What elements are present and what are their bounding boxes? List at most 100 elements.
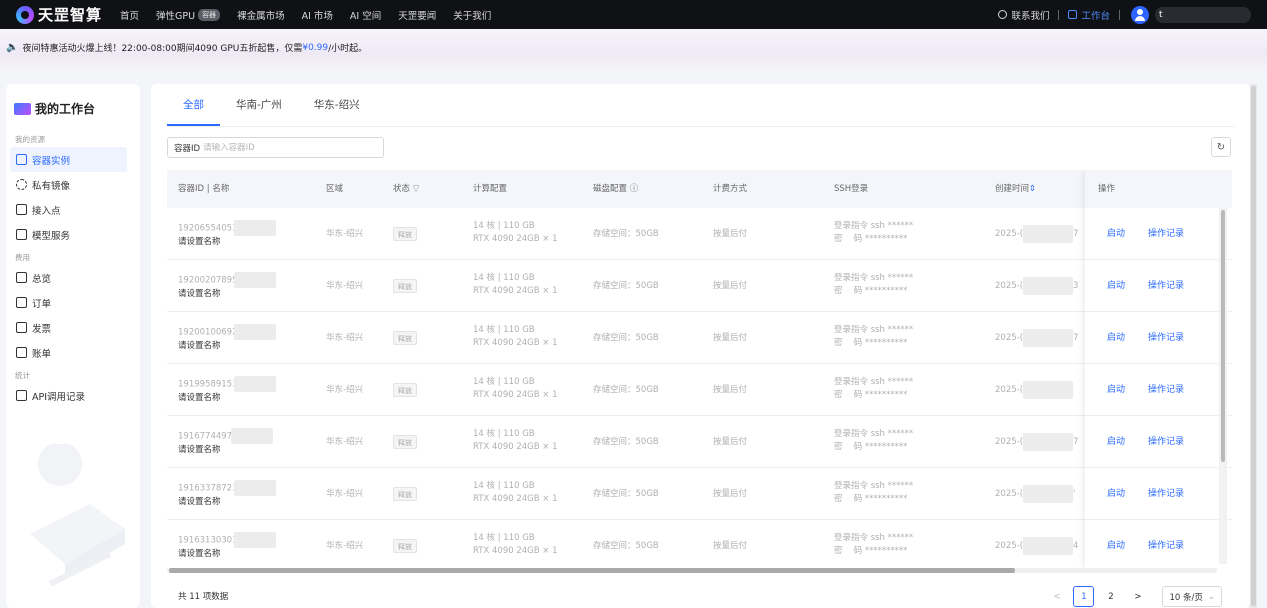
sidebar-item-endpoints[interactable]: 接入点 (10, 197, 127, 222)
start-button[interactable]: 启动 (1107, 416, 1125, 468)
status-badge: 释放 (393, 539, 417, 553)
container-name[interactable]: 请设置名称 (178, 288, 276, 301)
container-name[interactable]: 请设置名称 (178, 496, 276, 509)
operation-log-link[interactable]: 操作记录 (1148, 312, 1184, 364)
nav-bare-metal[interactable]: 裸金属市场 (237, 8, 285, 22)
cell-region: 华东-绍兴 (326, 333, 364, 343)
ssh-password[interactable]: 密 码 ********** (834, 441, 913, 454)
cell-compute: 14 核 | 110 GB RTX 4090 24GB × 1 (473, 428, 558, 454)
created-time: 2025-( (995, 333, 1024, 343)
container-name[interactable]: 请设置名称 (178, 444, 273, 457)
operation-log-link[interactable]: 操作记录 (1148, 416, 1184, 468)
sidebar-item-model-service[interactable]: 模型服务 (10, 222, 127, 247)
operation-log-link[interactable]: 操作记录 (1148, 208, 1184, 260)
page-2-button[interactable]: 2 (1100, 586, 1121, 607)
ssh-password[interactable]: 密 码 ********** (834, 493, 913, 506)
sidebar-item-container-instances[interactable]: 容器实例 (10, 147, 127, 172)
start-button[interactable]: 启动 (1107, 364, 1125, 416)
monitor-icon (1068, 10, 1078, 19)
col-created-label: 创建时间 (995, 184, 1030, 194)
container-name[interactable]: 请设置名称 (178, 340, 276, 353)
container-name[interactable]: 请设置名称 (178, 548, 276, 561)
operation-log-link[interactable]: 操作记录 (1148, 364, 1184, 416)
col-created[interactable]: 创建时间⇕ (995, 170, 1036, 208)
start-button[interactable]: 启动 (1107, 468, 1125, 520)
announcement-suffix: /小时起。 (328, 44, 368, 54)
start-button[interactable]: 启动 (1107, 520, 1125, 568)
table-row: 19206554053 请设置名称 华东-绍兴 释放 14 核 | 110 GB RTX … (167, 208, 1232, 260)
ssh-command[interactable]: 登录指令 ssh ****** (834, 480, 913, 493)
ssh-password[interactable]: 密 码 ********** (834, 337, 913, 350)
tab-south-guangzhou[interactable]: 华南-广州 (220, 84, 298, 126)
sidebar-item-label: API调用记录 (32, 391, 86, 403)
sidebar-item-bills[interactable]: 账单 (10, 340, 127, 365)
workspace-link[interactable]: 工作台 (1068, 8, 1110, 22)
sidebar-item-orders[interactable]: 订单 (10, 290, 127, 315)
redaction-mask (1023, 276, 1074, 295)
ssh-password[interactable]: 密 码 ********** (834, 389, 913, 402)
redaction-mask (233, 324, 276, 340)
nav-ai-space[interactable]: AI 空间 (350, 8, 381, 22)
ssh-command[interactable]: 登录指令 ssh ****** (834, 532, 913, 545)
operation-log-link[interactable]: 操作记录 (1148, 260, 1184, 312)
ssh-command[interactable]: 登录指令 ssh ****** (834, 272, 913, 285)
nav-home[interactable]: 首页 (120, 8, 139, 22)
user-avatar-icon[interactable] (1131, 5, 1149, 24)
container-name[interactable]: 请设置名称 (178, 236, 276, 249)
nav-news[interactable]: 天罡要闻 (398, 8, 436, 22)
nav-about[interactable]: 关于我们 (453, 8, 491, 22)
cell-ssh: 登录指令 ssh ****** 密 码 ********** (834, 272, 913, 298)
container-id-text: 19200100692 (178, 327, 238, 338)
info-icon[interactable]: ⓘ (630, 184, 639, 194)
cell-created: 2025-(7 (995, 208, 1078, 260)
ssh-command[interactable]: 登录指令 ssh ****** (834, 376, 913, 389)
page-1-button[interactable]: 1 (1073, 586, 1095, 607)
contact-us-link[interactable]: 联系我们 (998, 8, 1049, 22)
redaction-mask (1023, 484, 1074, 503)
nav-elastic-gpu[interactable]: 弹性GPU 容器 (156, 8, 221, 22)
prev-page-button[interactable]: < (1046, 586, 1067, 607)
ssh-command[interactable]: 登录指令 ssh ****** (834, 220, 913, 233)
cell-id-name: 19163130301 请设置名称 (178, 532, 276, 561)
col-status[interactable]: 状态 ▽ (393, 170, 419, 208)
ssh-password[interactable]: 密 码 ********** (834, 545, 913, 558)
cell-billing: 按量后付 (713, 489, 748, 499)
operation-log-link[interactable]: 操作记录 (1148, 520, 1184, 568)
sidebar-item-api-logs[interactable]: API调用记录 (10, 383, 127, 408)
cell-billing: 按量后付 (713, 541, 748, 551)
tab-east-shaoxing[interactable]: 华东-绍兴 (298, 84, 376, 126)
start-button[interactable]: 启动 (1107, 260, 1125, 312)
container-icon (16, 154, 27, 165)
start-button[interactable]: 启动 (1107, 208, 1125, 260)
nav-ai-market[interactable]: AI 市场 (302, 8, 333, 22)
fixed-actions-column: 操作 启动 操作记录 启动 操作记录 启动 操作记录 启动 操作记录 启动 操作记录 启动 操作记录启… (1085, 170, 1218, 568)
sidebar-item-overview[interactable]: 总览 (10, 265, 127, 290)
ssh-password[interactable]: 密 码 ********** (834, 233, 913, 246)
filter-icon[interactable]: ▽ (413, 184, 420, 194)
page-size-select[interactable]: 10 条/页 ⌄ (1162, 586, 1222, 607)
redaction-mask (233, 220, 276, 236)
brand-logo[interactable]: 天罡智算 (16, 4, 110, 25)
refresh-button[interactable]: ↻ (1211, 137, 1231, 157)
sort-icon[interactable]: ⇕ (1029, 184, 1036, 194)
container-name[interactable]: 请设置名称 (178, 392, 276, 405)
page-size-value: 10 条/页 (1169, 592, 1203, 603)
nav-badge: 容器 (198, 8, 221, 21)
instances-table: 容器ID | 名称 区域 状态 ▽ 计算配置 磁盘配置 ⓘ 计费方式 SSH登录… (167, 170, 1232, 568)
tab-all[interactable]: 全部 (167, 84, 220, 126)
ssh-command[interactable]: 登录指令 ssh ****** (834, 428, 913, 441)
created-time-tail: 7 (1073, 437, 1079, 447)
vertical-scroll-thumb[interactable] (1221, 210, 1225, 462)
ssh-command[interactable]: 登录指令 ssh ****** (834, 324, 913, 337)
container-id-input[interactable] (203, 142, 354, 153)
operation-log-link[interactable]: 操作记录 (1148, 468, 1184, 520)
ssh-password[interactable]: 密 码 ********** (834, 285, 913, 298)
username[interactable]: t (1155, 6, 1251, 23)
sidebar-item-invoices[interactable]: 发票 (10, 315, 127, 340)
start-button[interactable]: 启动 (1107, 312, 1125, 364)
sidebar-item-private-images[interactable]: 私有镜像 (10, 172, 127, 197)
cell-region: 华东-绍兴 (326, 385, 364, 395)
next-page-button[interactable]: > (1127, 586, 1148, 607)
horizontal-scroll-thumb[interactable] (169, 568, 1015, 573)
page-scroll-thumb[interactable] (1251, 86, 1256, 606)
